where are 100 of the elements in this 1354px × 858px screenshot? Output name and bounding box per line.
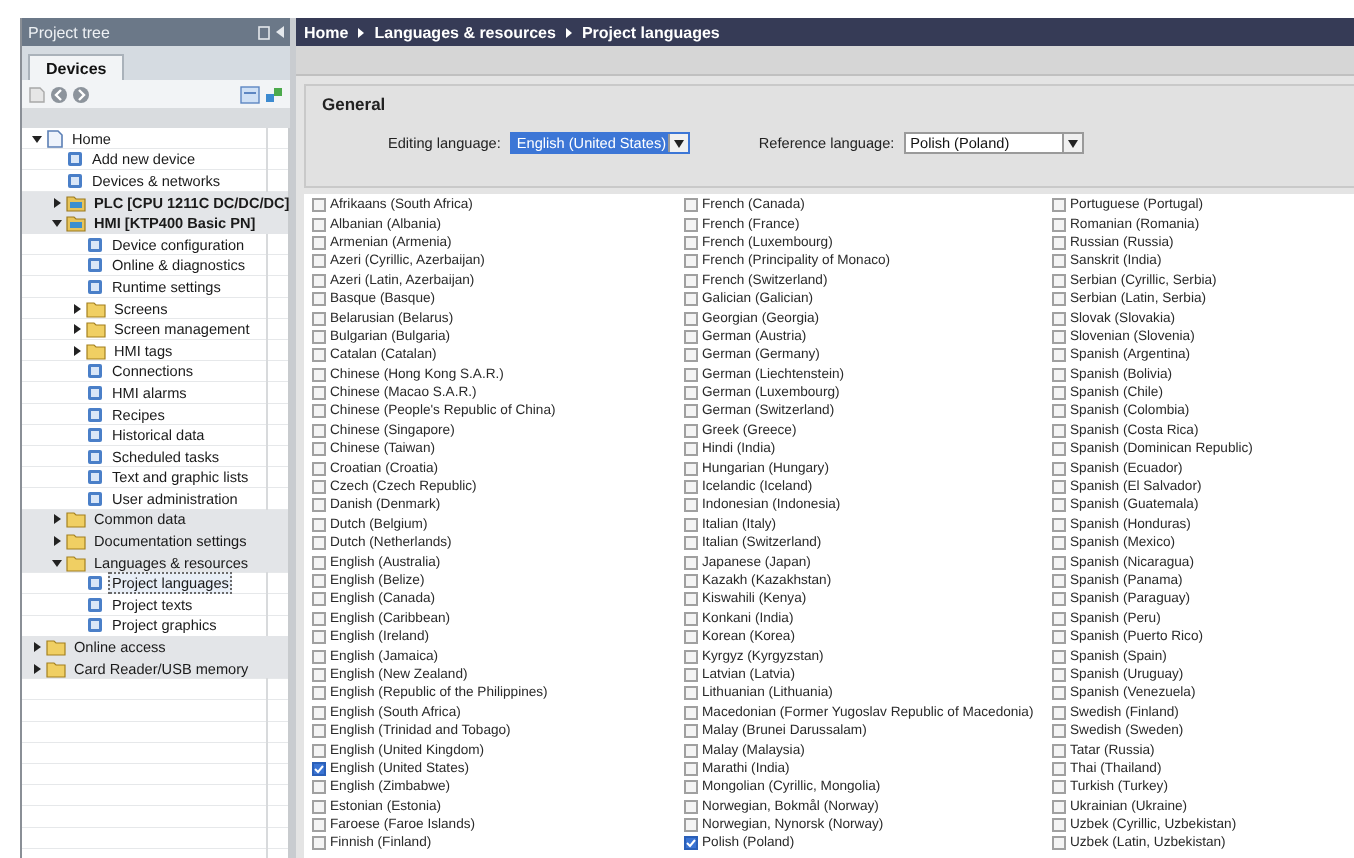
checkbox[interactable] [684, 423, 698, 438]
checkbox[interactable] [312, 836, 326, 851]
checkbox[interactable] [1052, 536, 1066, 551]
checkbox[interactable] [684, 743, 698, 758]
checkbox[interactable] [684, 686, 698, 701]
checkbox[interactable] [312, 442, 326, 457]
checkbox[interactable] [684, 818, 698, 833]
checkbox[interactable] [312, 386, 326, 401]
checkbox[interactable] [684, 480, 698, 495]
checkbox[interactable] [684, 217, 698, 232]
checkbox[interactable] [1052, 780, 1066, 795]
checkbox[interactable] [1052, 574, 1066, 588]
collapse-icon[interactable] [276, 26, 284, 38]
caret-icon[interactable] [51, 536, 61, 547]
checkbox[interactable] [684, 367, 698, 382]
checkbox[interactable] [684, 705, 698, 720]
checkbox[interactable] [684, 555, 698, 570]
checkbox[interactable] [684, 311, 698, 326]
checkbox[interactable] [1052, 649, 1066, 664]
checkbox[interactable] [312, 555, 326, 570]
checkbox[interactable] [312, 198, 326, 213]
checkbox[interactable] [1052, 818, 1066, 833]
checkbox[interactable] [684, 254, 698, 269]
checkbox[interactable] [684, 836, 698, 851]
checkbox[interactable] [312, 649, 326, 664]
checkbox[interactable] [312, 404, 326, 419]
caret-icon[interactable] [31, 663, 41, 674]
checkbox[interactable] [1052, 630, 1066, 645]
checkbox[interactable] [684, 461, 698, 476]
checkbox[interactable] [1052, 480, 1066, 495]
checkbox[interactable] [312, 780, 326, 795]
checkbox[interactable] [1052, 273, 1066, 288]
checkbox[interactable] [684, 273, 698, 288]
checkbox[interactable] [312, 329, 326, 344]
checkbox[interactable] [312, 818, 326, 833]
checkbox[interactable] [684, 630, 698, 645]
checkbox[interactable] [1052, 461, 1066, 476]
checkbox[interactable] [684, 329, 698, 344]
checkbox[interactable] [1052, 348, 1066, 363]
checkbox[interactable] [684, 780, 698, 795]
checkbox[interactable] [1052, 198, 1066, 213]
checkbox[interactable] [1052, 498, 1066, 513]
checkbox[interactable] [1052, 517, 1066, 532]
checkbox[interactable] [312, 498, 326, 513]
checkbox[interactable] [684, 649, 698, 664]
checkbox[interactable] [312, 724, 326, 739]
checkbox[interactable] [684, 348, 698, 363]
checkbox[interactable] [312, 667, 326, 682]
checkbox[interactable] [1052, 235, 1066, 250]
checkbox[interactable] [312, 743, 326, 758]
checkbox[interactable] [312, 273, 326, 288]
checkbox[interactable] [684, 799, 698, 814]
checkbox[interactable] [1052, 292, 1066, 307]
checkbox[interactable] [1052, 592, 1066, 607]
breadcrumb-item[interactable]: Home [304, 23, 349, 41]
checkbox[interactable] [684, 611, 698, 626]
checkbox[interactable] [1052, 761, 1066, 776]
breadcrumb-item[interactable]: Languages & resources [374, 23, 556, 41]
checkbox[interactable] [1052, 743, 1066, 758]
network-icon[interactable] [264, 85, 284, 103]
checkbox[interactable] [684, 498, 698, 513]
checkbox[interactable] [312, 536, 326, 551]
checkbox[interactable] [1052, 423, 1066, 438]
checkbox[interactable] [312, 761, 326, 776]
caret-icon[interactable] [51, 557, 61, 568]
checkbox[interactable] [684, 386, 698, 401]
checkbox[interactable] [312, 686, 326, 701]
checkbox[interactable] [312, 217, 326, 232]
checkbox[interactable] [1052, 404, 1066, 419]
page-icon[interactable] [28, 85, 46, 103]
checkbox[interactable] [1052, 705, 1066, 720]
checkbox[interactable] [684, 667, 698, 682]
checkbox[interactable] [684, 536, 698, 551]
checkbox[interactable] [1052, 836, 1066, 851]
checkbox[interactable] [1052, 611, 1066, 626]
caret-icon[interactable] [51, 514, 61, 525]
checkbox[interactable] [312, 517, 326, 532]
checkbox[interactable] [684, 442, 698, 457]
checkbox[interactable] [1052, 254, 1066, 269]
checkbox[interactable] [1052, 329, 1066, 344]
checkbox[interactable] [312, 235, 326, 250]
caret-icon[interactable] [31, 133, 41, 144]
checkbox[interactable] [1052, 311, 1066, 326]
checkbox[interactable] [312, 367, 326, 382]
panel-tab[interactable]: Devices [28, 54, 125, 80]
checkbox[interactable] [1052, 367, 1066, 382]
checkbox[interactable] [312, 574, 326, 588]
checkbox[interactable] [684, 592, 698, 607]
checkbox[interactable] [312, 461, 326, 476]
checkbox[interactable] [684, 404, 698, 419]
checkbox[interactable] [312, 348, 326, 363]
caret-icon[interactable] [71, 345, 81, 356]
checkbox[interactable] [312, 480, 326, 495]
checkbox[interactable] [684, 517, 698, 532]
checkbox[interactable] [1052, 217, 1066, 232]
checkbox[interactable] [312, 799, 326, 814]
checkbox[interactable] [312, 630, 326, 645]
checkbox[interactable] [312, 311, 326, 326]
checkbox[interactable] [312, 611, 326, 626]
caret-icon[interactable] [71, 303, 81, 314]
